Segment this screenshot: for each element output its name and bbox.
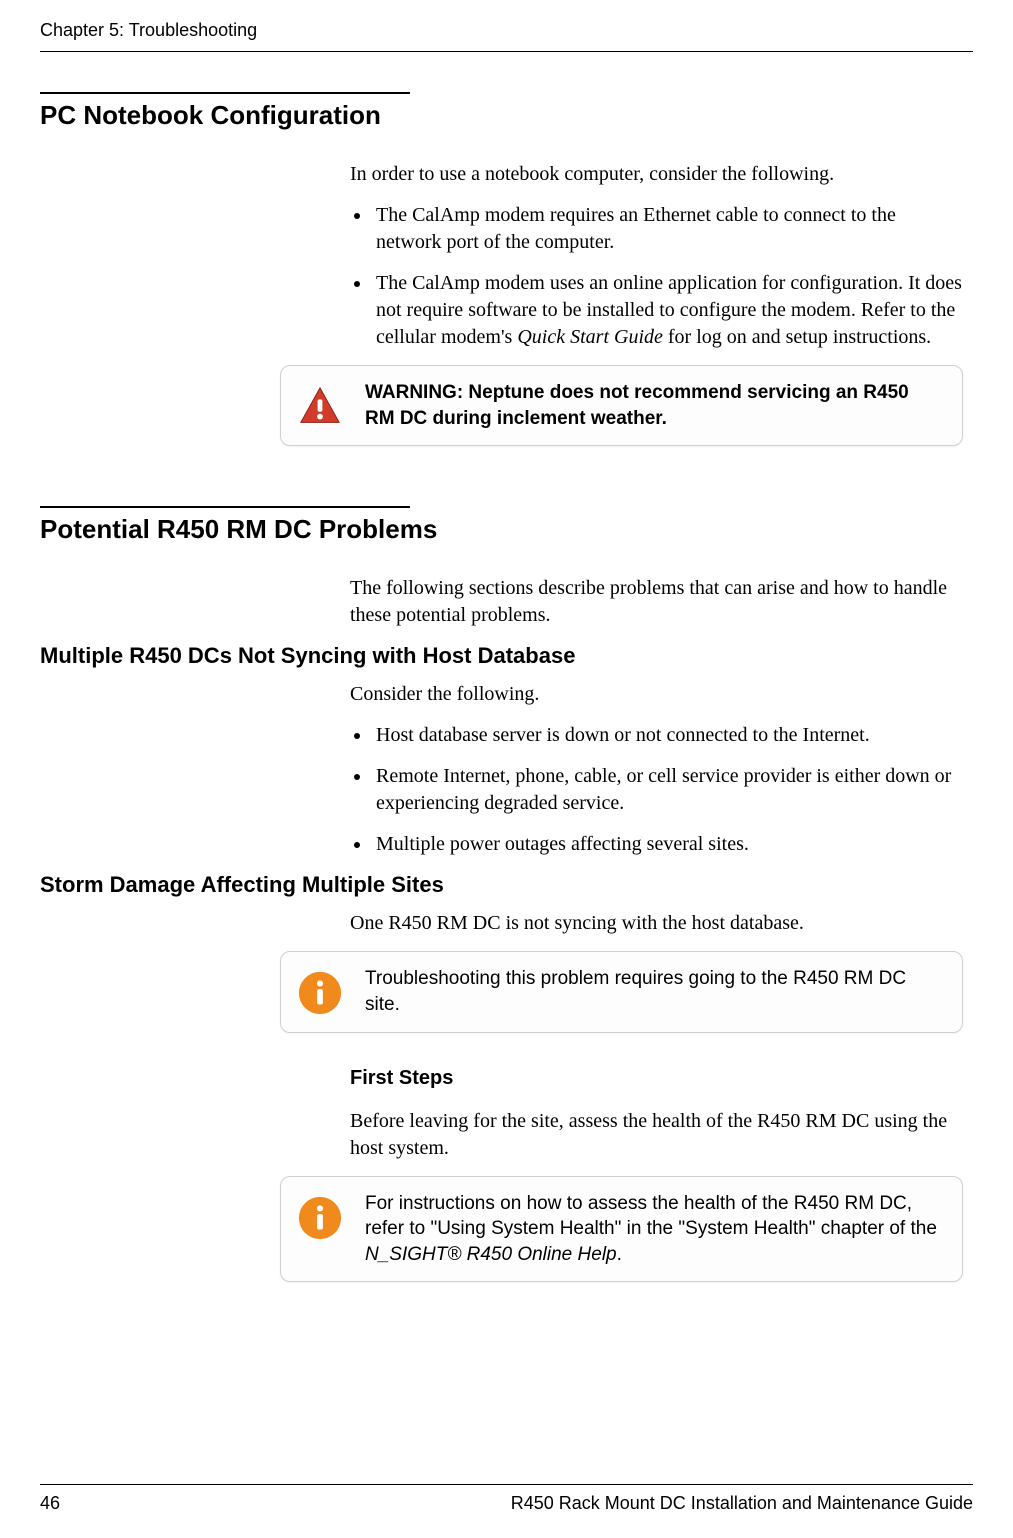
subsection-title-storm: Storm Damage Affecting Multiple Sites bbox=[40, 872, 973, 898]
header-rule bbox=[40, 51, 973, 52]
list-item: Multiple power outages affecting several… bbox=[350, 831, 963, 858]
warning-text: WARNING: Neptune does not recommend serv… bbox=[365, 380, 942, 431]
body-column: One R450 RM DC is not syncing with the h… bbox=[350, 910, 963, 937]
section-title-pc-notebook: PC Notebook Configuration bbox=[40, 100, 973, 131]
list-item: Remote Internet, phone, cable, or cell s… bbox=[350, 763, 963, 817]
document-title: R450 Rack Mount DC Installation and Main… bbox=[511, 1493, 973, 1514]
pc-intro: In order to use a notebook computer, con… bbox=[350, 161, 963, 188]
warning-icon bbox=[297, 384, 343, 430]
body-column: The following sections describe problems… bbox=[350, 575, 963, 629]
info-text-part: For instructions on how to assess the he… bbox=[365, 1193, 937, 1240]
storm-intro: One R450 RM DC is not syncing with the h… bbox=[350, 910, 963, 937]
section-rule bbox=[40, 506, 410, 508]
page: Chapter 5: Troubleshooting PC Notebook C… bbox=[0, 0, 1013, 1538]
sync-intro: Consider the following. bbox=[350, 681, 963, 708]
pc-bullet-list: The CalAmp modem requires an Ethernet ca… bbox=[350, 202, 963, 351]
subsubsection-title-first-steps: First Steps bbox=[350, 1067, 973, 1090]
subsection-title-sync: Multiple R450 DCs Not Syncing with Host … bbox=[40, 643, 973, 669]
footer-row: 46 R450 Rack Mount DC Installation and M… bbox=[40, 1493, 973, 1514]
info-text-part: . bbox=[617, 1244, 622, 1265]
info-text: For instructions on how to assess the he… bbox=[365, 1191, 942, 1268]
info-callout: Troubleshooting this problem requires go… bbox=[280, 951, 963, 1032]
body-column: Before leaving for the site, assess the … bbox=[350, 1108, 963, 1162]
list-item: Host database server is down or not conn… bbox=[350, 722, 963, 749]
page-footer: 46 R450 Rack Mount DC Installation and M… bbox=[40, 1484, 973, 1514]
first-steps-intro: Before leaving for the site, assess the … bbox=[350, 1108, 963, 1162]
info-icon bbox=[297, 1195, 343, 1241]
body-column: In order to use a notebook computer, con… bbox=[350, 161, 963, 351]
body-column: Consider the following. Host database se… bbox=[350, 681, 963, 858]
list-item: The CalAmp modem requires an Ethernet ca… bbox=[350, 202, 963, 256]
section-rule bbox=[40, 92, 410, 94]
info-text: Troubleshooting this problem requires go… bbox=[365, 966, 942, 1017]
section-title-problems: Potential R450 RM DC Problems bbox=[40, 514, 973, 545]
footer-rule bbox=[40, 1484, 973, 1485]
page-number: 46 bbox=[40, 1493, 60, 1514]
info-callout: For instructions on how to assess the he… bbox=[280, 1176, 963, 1283]
info-icon bbox=[297, 970, 343, 1016]
problems-intro: The following sections describe problems… bbox=[350, 575, 963, 629]
sync-bullet-list: Host database server is down or not conn… bbox=[350, 722, 963, 858]
info-text-emphasis: N_SIGHT® R450 Online Help bbox=[365, 1244, 617, 1265]
warning-callout: WARNING: Neptune does not recommend serv… bbox=[280, 365, 963, 446]
list-item-emphasis: Quick Start Guide bbox=[517, 326, 663, 348]
list-item-text: for log on and setup instructions. bbox=[663, 326, 931, 348]
list-item: The CalAmp modem uses an online applicat… bbox=[350, 270, 963, 351]
chapter-header: Chapter 5: Troubleshooting bbox=[40, 20, 973, 41]
